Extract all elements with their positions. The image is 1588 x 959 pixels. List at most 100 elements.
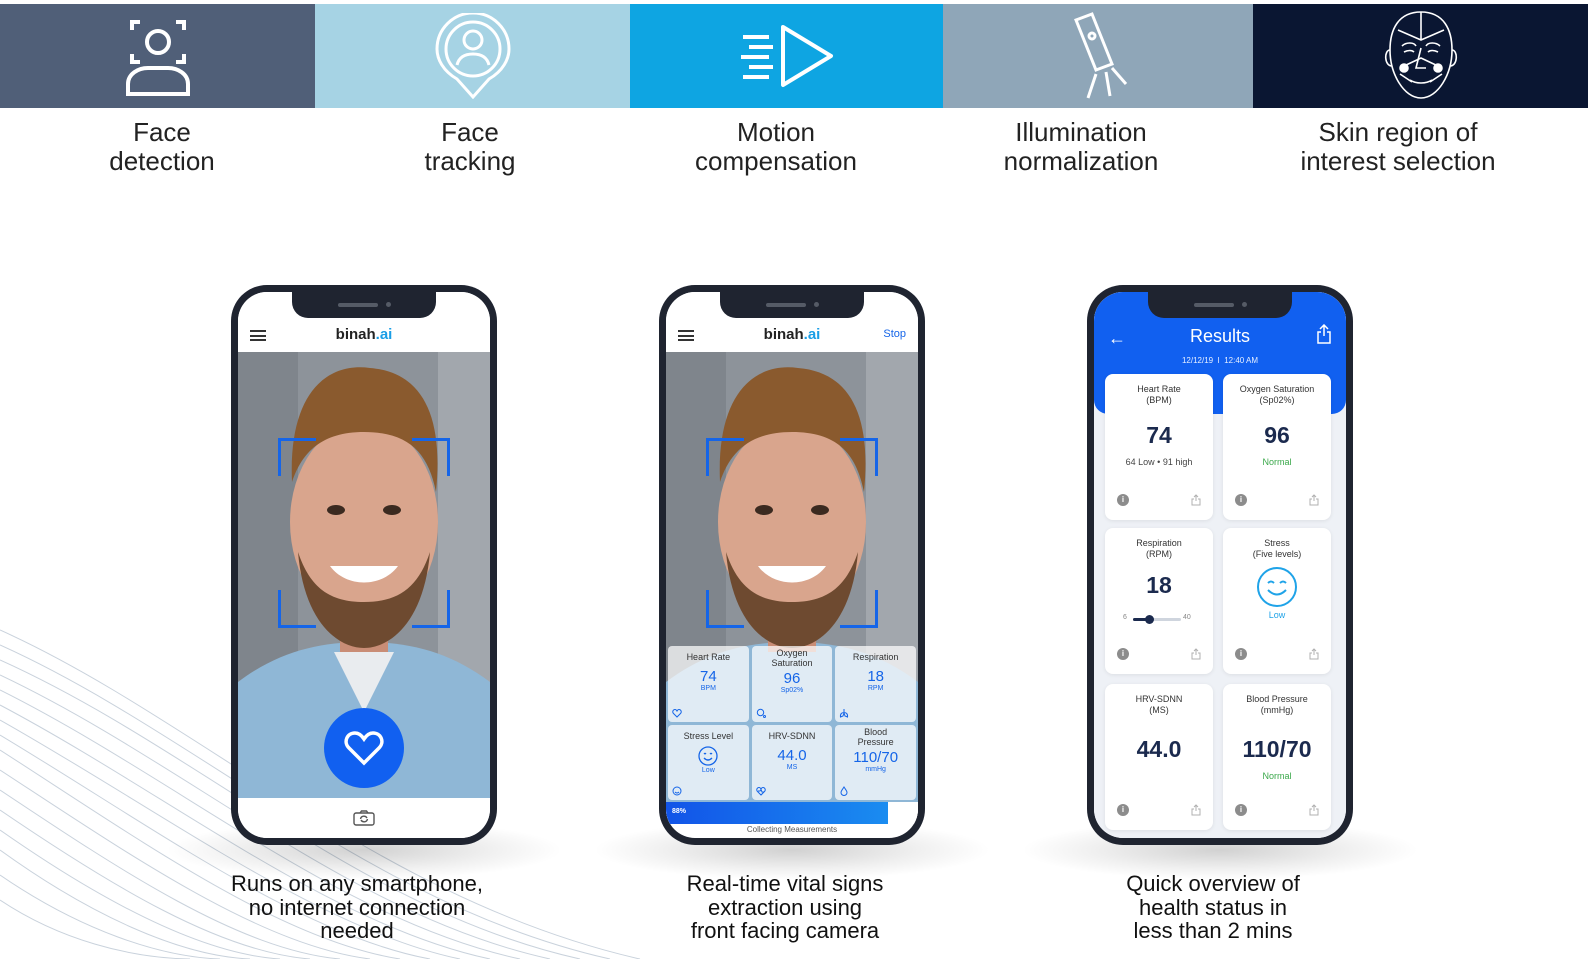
label-line: Skin region of — [1318, 117, 1478, 147]
card-status: Low — [1268, 610, 1286, 620]
vital-title: Heart Rate — [686, 652, 731, 662]
slider-min: 6 — [1123, 614, 1127, 621]
card-title-line: (BPM) — [1146, 395, 1172, 405]
start-measure-button[interactable] — [324, 708, 404, 788]
face-frame-corner — [706, 438, 744, 476]
info-icon[interactable]: i — [1235, 804, 1247, 816]
caption-line: health status in — [1139, 894, 1287, 920]
share-icon[interactable] — [1309, 804, 1319, 816]
share-icon[interactable] — [1309, 648, 1319, 660]
vital-value: 110/70 — [853, 748, 899, 766]
card-title: HRV-SDNN (MS) — [1105, 694, 1213, 716]
caption-line: no internet connection — [248, 894, 466, 920]
results-title: Results — [1189, 326, 1251, 346]
info-icon[interactable]: i — [1235, 494, 1247, 506]
phone-screen: binah.ai — [238, 292, 490, 838]
results-datetime: 12/12/19 I 12:40 AM — [1181, 356, 1259, 365]
caption-line: front facing camera — [690, 918, 880, 943]
share-icon[interactable] — [1191, 804, 1201, 816]
info-icon[interactable]: i — [1117, 494, 1129, 506]
vital-unit: mmHg — [865, 765, 886, 773]
smile-small-icon — [672, 786, 682, 796]
feature-label-skin-region: Skin region of interest selection — [1248, 118, 1548, 176]
face-frame-corner — [412, 438, 450, 476]
face-frame-corner — [278, 590, 316, 628]
stop-button[interactable]: Stop — [883, 328, 906, 340]
info-icon[interactable]: i — [1117, 804, 1129, 816]
result-card-hrv[interactable]: HRV-SDNN (MS) 44.0 i — [1105, 684, 1213, 830]
caption-line: less than 2 mins — [1133, 918, 1293, 943]
phone-live-measurement: binah.ai Stop Heart Rate 74 BPM Oxygen S… — [659, 285, 925, 845]
vitals-grid: Heart Rate 74 BPM Oxygen Saturation 96 S… — [668, 646, 916, 800]
vital-value: 44.0 — [777, 746, 807, 764]
label-line: detection — [109, 146, 215, 176]
share-icon[interactable] — [1191, 648, 1201, 660]
card-value: 96 — [1264, 422, 1290, 448]
feature-tile-skin-region — [1253, 4, 1588, 108]
face-frame-corner — [706, 590, 744, 628]
share-icon[interactable] — [1309, 494, 1319, 506]
result-card-stress[interactable]: Stress (Five levels) Low i — [1223, 528, 1331, 674]
vital-unit: MS — [786, 763, 798, 771]
share-icon[interactable] — [1316, 324, 1332, 344]
feature-strip — [0, 4, 1588, 108]
vital-title: Respiration — [852, 652, 899, 662]
feature-tile-face-tracking — [315, 4, 630, 108]
face-frame-corner — [412, 590, 450, 628]
feature-tile-motion-compensation — [630, 4, 943, 108]
card-title: Respiration (RPM) — [1105, 538, 1213, 560]
brand-logo: binah.ai — [666, 326, 918, 343]
card-title-line: (Five levels) — [1252, 549, 1302, 559]
brand-text: binah — [763, 326, 804, 343]
card-title-line: (MS) — [1149, 705, 1169, 715]
vital-blood-pressure: Blood Pressure 110/70 mmHg — [835, 724, 916, 800]
card-value: 18 — [1146, 572, 1172, 598]
vital-value: 18 — [867, 668, 884, 685]
vital-title: Stress Level — [683, 730, 734, 741]
result-card-blood-pressure[interactable]: Blood Pressure (mmHg) 110/70 Normal i — [1223, 684, 1331, 830]
result-card-respiration[interactable]: Respiration (RPM) 18 6 40 i — [1105, 528, 1213, 674]
card-title-line: Blood Pressure — [1246, 694, 1308, 704]
vital-value: 74 — [699, 668, 717, 685]
vital-value: 96 — [783, 670, 801, 687]
heart-icon — [344, 731, 384, 766]
brand-logo: binah.ai — [238, 326, 490, 343]
caption-phone-1: Runs on any smartphone, no internet conn… — [197, 872, 517, 943]
lungs-bubble-icon — [756, 708, 766, 718]
result-card-oxygen[interactable]: Oxygen Saturation (Sp02%) 96 Normal i — [1223, 374, 1331, 520]
results-time: 12:40 AM — [1224, 356, 1259, 365]
info-icon[interactable]: i — [1117, 648, 1129, 660]
share-icon[interactable] — [1191, 494, 1201, 506]
card-title-line: Respiration — [1136, 538, 1182, 548]
caption-line: Runs on any smartphone, — [231, 871, 483, 896]
phone-face-scan: binah.ai — [231, 285, 497, 845]
info-icon[interactable]: i — [1235, 648, 1247, 660]
vital-stress: Stress Level Low — [668, 724, 749, 800]
card-value: 110/70 — [1242, 736, 1312, 762]
results-date: 12/12/19 — [1181, 356, 1214, 365]
result-card-heart-rate[interactable]: Heart Rate (BPM) 74 64 Low • 91 high i — [1105, 374, 1213, 520]
progress-fill — [666, 802, 888, 824]
switch-camera-icon[interactable] — [353, 810, 375, 826]
vital-oxygen: Oxygen Saturation 96 Sp02% — [751, 646, 833, 722]
card-title-line: Heart Rate — [1137, 384, 1181, 394]
feature-label-face-tracking: Face tracking — [320, 118, 620, 176]
respiration-range-slider: 6 40 — [1123, 614, 1193, 624]
card-title-line: Oxygen Saturation — [1239, 384, 1315, 394]
caption-line: Quick overview of — [1126, 871, 1300, 896]
card-value: 44.0 — [1136, 736, 1182, 762]
card-range: 64 Low • 91 high — [1125, 457, 1193, 467]
card-title-line: (Sp02%) — [1259, 395, 1295, 405]
label-line: Face — [441, 117, 499, 147]
feature-tile-face-detection — [0, 4, 315, 108]
bottom-bar — [238, 798, 490, 838]
vital-heart-rate: Heart Rate 74 BPM — [668, 646, 749, 722]
phone-notch — [292, 292, 436, 318]
face-frame-corner — [840, 438, 878, 476]
motion-play-icon — [740, 25, 833, 87]
vital-unit: Low — [701, 766, 715, 774]
phone-screen: binah.ai Stop Heart Rate 74 BPM Oxygen S… — [666, 292, 918, 838]
drop-icon — [840, 786, 848, 796]
card-value: 74 — [1146, 422, 1172, 448]
heart-pulse-icon — [755, 786, 766, 796]
